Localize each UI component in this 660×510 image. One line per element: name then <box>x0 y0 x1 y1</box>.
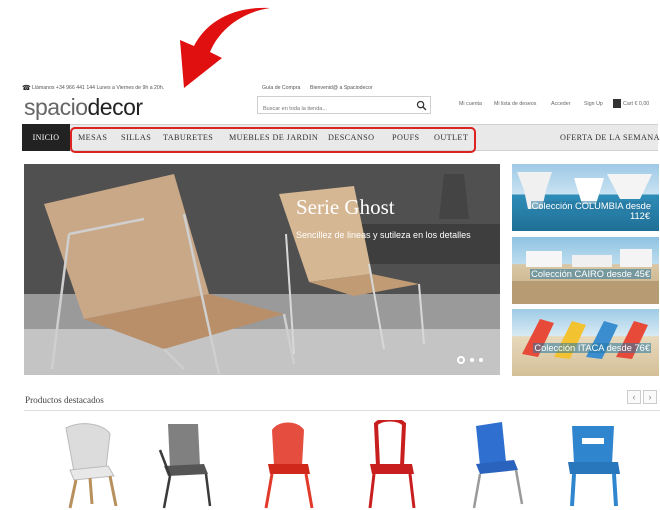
logo-part1: spacio <box>24 94 88 120</box>
slider-dot-1[interactable] <box>457 356 465 364</box>
my-account-link[interactable]: Mi cuenta <box>459 101 482 107</box>
products-next-button[interactable]: › <box>643 390 657 404</box>
product-card-6[interactable] <box>556 420 636 510</box>
featured-products-title: Productos destacados <box>25 395 104 405</box>
phone-icon: ☎ <box>22 85 31 92</box>
login-link[interactable]: Acceder <box>551 101 570 107</box>
promo-itaca[interactable]: Colección ITACA desde 76€ <box>512 309 659 376</box>
top-utility-bar: ☎ Llámanos +34 966 441 144 Lunes a Viern… <box>22 85 658 94</box>
nav-item-inicio[interactable]: INICIO <box>22 124 70 151</box>
section-divider <box>24 410 660 411</box>
hero-title: Serie Ghost <box>296 195 395 219</box>
phone-text: Llámanos +34 966 441 144 Lunes a Viernes… <box>32 85 165 91</box>
signup-link[interactable]: Sign Up <box>584 101 603 107</box>
search-box <box>257 96 431 117</box>
product-2-image <box>158 424 212 509</box>
cart-total[interactable]: Cart € 0,00 <box>623 101 649 107</box>
promo-columbia-label: Colección COLUMBIA desde 112€ <box>530 201 651 221</box>
promo-itaca-label: Colección ITACA desde 76€ <box>533 343 651 353</box>
site-logo[interactable]: spaciodecor <box>24 94 143 120</box>
wishlist-link[interactable]: Mi lista de deseos <box>494 101 536 107</box>
slider-dot-2[interactable] <box>470 358 474 362</box>
product-card-3[interactable] <box>250 420 330 510</box>
cart-icon[interactable] <box>613 99 621 108</box>
promo-columbia[interactable]: Colección COLUMBIA desde 112€ <box>512 164 659 231</box>
product-card-4[interactable] <box>352 417 432 510</box>
hero-chairs-image <box>24 164 500 375</box>
product-3-image <box>264 422 314 509</box>
product-1-image <box>65 423 118 509</box>
product-4-image <box>368 417 416 509</box>
product-5-image <box>472 422 524 509</box>
product-card-1[interactable] <box>52 420 132 510</box>
promo-cairo-label: Colección CAIRO desde 45€ <box>530 269 651 279</box>
nav-item-oferta-semana[interactable]: OFERTA DE LA SEMANA <box>560 125 660 150</box>
product-card-5[interactable] <box>456 420 536 510</box>
welcome-text: Bienvenid@ a Spaciodecor <box>310 85 373 91</box>
product-card-2[interactable] <box>148 420 228 510</box>
search-input[interactable] <box>258 101 408 117</box>
products-prev-button[interactable]: ‹ <box>627 390 641 404</box>
product-6-image <box>568 426 620 507</box>
guide-link[interactable]: Guía de Compra <box>262 85 300 91</box>
hero-subtitle: Sencillez de lineas y sutileza en los de… <box>296 230 471 240</box>
hero-slider[interactable]: Serie Ghost Sencillez de lineas y sutile… <box>24 164 500 375</box>
nav-highlight-annotation <box>70 127 476 153</box>
promo-cairo[interactable]: Colección CAIRO desde 45€ <box>512 237 659 304</box>
slider-dot-3[interactable] <box>479 358 483 362</box>
search-icon[interactable] <box>416 100 427 111</box>
logo-part2: decor <box>87 94 143 120</box>
